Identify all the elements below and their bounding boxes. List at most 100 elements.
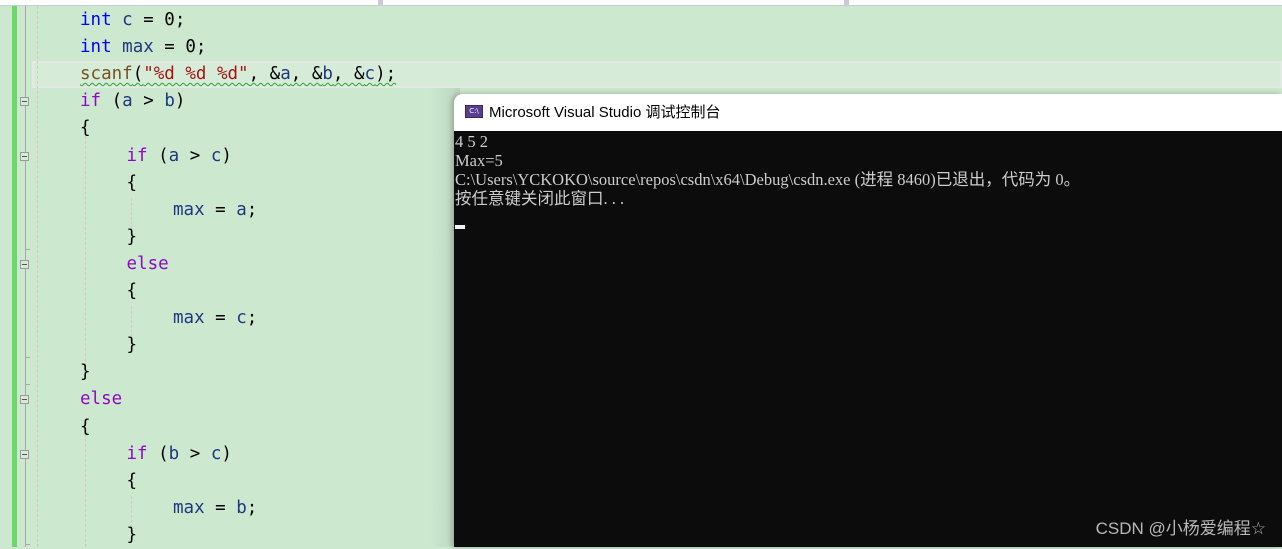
- token-id: a: [280, 64, 291, 85]
- indent-guide: [85, 136, 86, 366]
- token: >: [179, 145, 211, 166]
- code-line[interactable]: if (a > b): [80, 88, 185, 115]
- token: ): [174, 91, 186, 112]
- code-text: int c = 0;: [80, 10, 185, 30]
- token: (: [101, 91, 123, 112]
- indent-guide: [37, 6, 38, 547]
- console-output-line: Max=5: [455, 151, 503, 170]
- code-line[interactable]: else: [80, 386, 122, 413]
- outline-end-tick: [25, 357, 30, 358]
- token: , &: [332, 64, 365, 85]
- token: }: [126, 335, 138, 356]
- code-text: else: [80, 389, 122, 409]
- code-line[interactable]: {: [80, 115, 91, 142]
- collapse-toggle-icon[interactable]: [20, 395, 29, 405]
- token-kw2: if: [126, 443, 148, 464]
- console-app-icon: C:\: [465, 105, 483, 118]
- console-output-line: 4 5 2: [455, 132, 488, 151]
- code-text: {: [127, 173, 138, 193]
- token: >: [179, 443, 211, 464]
- code-text: else: [127, 254, 169, 274]
- console-title-bar[interactable]: C:\ Microsoft Visual Studio 调试控制台: [454, 94, 1282, 131]
- code-line[interactable]: int c = 0;: [80, 7, 185, 34]
- outline-end-tick: [25, 249, 30, 250]
- collapse-toggle-icon[interactable]: [20, 97, 29, 107]
- code-text: int max = 0;: [80, 37, 206, 57]
- token: );: [375, 64, 397, 85]
- code-text: max = b;: [173, 498, 257, 518]
- code-line[interactable]: max = a;: [173, 197, 257, 224]
- console-output-line: C:\Users\YCKOKO\source\repos\csdn\x64\De…: [455, 170, 1081, 189]
- code-line[interactable]: {: [80, 414, 91, 441]
- outline-guide: [25, 6, 26, 547]
- code-line[interactable]: }: [80, 359, 91, 386]
- outline-end-tick: [25, 544, 30, 545]
- collapse-toggle-icon[interactable]: [20, 449, 29, 459]
- watermark: CSDN @小杨爱编程☆: [1095, 519, 1266, 538]
- token: , &: [248, 64, 281, 85]
- code-line[interactable]: {: [127, 278, 138, 305]
- code-line[interactable]: max = c;: [173, 305, 257, 332]
- token-id: c: [210, 443, 222, 464]
- token-kw2: else: [80, 389, 123, 410]
- token-str: "%d %d %d": [143, 64, 249, 85]
- token: }: [126, 524, 138, 545]
- token: = 0;: [153, 37, 207, 58]
- token: , &: [290, 64, 323, 85]
- token-id: c: [236, 308, 247, 329]
- token: {: [80, 118, 91, 139]
- token: {: [126, 470, 138, 491]
- code-line[interactable]: scanf("%d %d %d", &a, &b, &c);: [80, 61, 396, 88]
- token: >: [132, 91, 165, 112]
- collapse-toggle-icon[interactable]: [20, 151, 29, 161]
- indent-guide: [85, 434, 86, 547]
- collapse-toggle-icon[interactable]: [20, 259, 29, 269]
- code-line[interactable]: }: [127, 522, 138, 549]
- token: {: [126, 172, 138, 193]
- code-line[interactable]: if (b > c): [127, 441, 232, 468]
- code-text: max = c;: [173, 308, 257, 328]
- token: ): [221, 145, 232, 166]
- token: ;: [246, 199, 258, 220]
- code-line[interactable]: if (a > c): [127, 143, 232, 170]
- token-fn: scanf: [80, 64, 133, 85]
- token: {: [80, 416, 91, 437]
- code-line[interactable]: {: [127, 170, 138, 197]
- code-line[interactable]: else: [127, 251, 169, 278]
- token: ;: [246, 497, 258, 518]
- token-id: c: [364, 64, 376, 85]
- code-line[interactable]: int max = 0;: [80, 34, 206, 61]
- debug-console-window[interactable]: C:\ Microsoft Visual Studio 调试控制台 4 5 2 …: [454, 94, 1282, 547]
- token-kw2: if: [126, 145, 148, 166]
- console-title: Microsoft Visual Studio 调试控制台: [489, 104, 721, 121]
- code-text: {: [80, 118, 91, 138]
- code-text: }: [127, 525, 138, 545]
- console-cursor: [455, 225, 465, 229]
- token: (: [147, 443, 169, 464]
- token-id: max: [173, 308, 205, 329]
- token-id: max: [173, 199, 205, 220]
- code-line[interactable]: }: [127, 224, 138, 251]
- token-id: c: [122, 10, 133, 30]
- code-text: {: [127, 281, 138, 301]
- code-line[interactable]: }: [127, 332, 138, 359]
- code-text: scanf("%d %d %d", &a, &b, &c);: [80, 64, 396, 84]
- code-line[interactable]: max = b;: [173, 495, 257, 522]
- token-kw: int: [80, 37, 112, 58]
- token: ;: [246, 308, 258, 329]
- code-line[interactable]: {: [127, 468, 138, 495]
- code-text: if (a > c): [127, 146, 232, 166]
- console-output-line: 按任意键关闭此窗口. . .: [455, 189, 625, 208]
- code-text: {: [127, 471, 138, 491]
- change-tracking-bar: [12, 6, 17, 547]
- token-id: a: [122, 91, 133, 112]
- token-id: b: [236, 497, 247, 518]
- token: = 0;: [132, 10, 186, 30]
- token-id: b: [164, 91, 175, 112]
- token-id: max: [122, 37, 154, 58]
- code-text: }: [127, 335, 138, 355]
- code-text: if (b > c): [127, 444, 232, 464]
- token: {: [126, 281, 138, 301]
- console-output: 4 5 2 Max=5 C:\Users\YCKOKO\source\repos…: [455, 132, 1281, 208]
